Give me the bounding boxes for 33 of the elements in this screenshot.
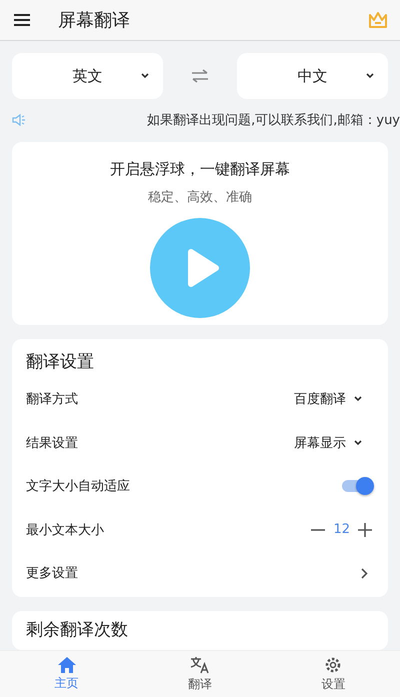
target-language-select[interactable]: 中文 [237,53,388,99]
menu-icon[interactable] [14,14,30,26]
chevron-down-icon [141,73,149,79]
plus-icon[interactable] [358,522,372,537]
stepper-value: 12 [333,522,350,538]
nav-tab[interactable]: 翻译 [133,651,267,697]
source-language-select[interactable]: 英文 [12,53,163,99]
nav-tab[interactable]: 设置 [266,651,400,697]
settings-icon [324,656,342,674]
speaker-icon [12,113,26,128]
chevron-down-icon [366,73,374,79]
play-icon [186,248,220,288]
setting-label: 文字大小自动适应 [26,478,130,496]
app-title: 屏幕翻译 [58,9,131,32]
card-title: 开启悬浮球，一键翻译屏幕 [110,160,290,179]
setting-label: 更多设置 [26,565,78,582]
notice-text: 如果翻译出现问题,可以联系我们,邮箱：yuy [147,112,400,130]
section-title: 剩余翻译次数 [26,620,128,640]
translate-icon [190,656,210,674]
nav-tab[interactable]: 主页 [0,651,134,697]
setting-label: 结果设置 [26,434,78,452]
setting-label: 翻译方式 [26,391,78,408]
chevron-down-icon [354,440,362,446]
setting-dropdown[interactable]: 屏幕显示 [294,434,374,452]
setting-label: 最小文本大小 [26,522,104,539]
card-subtitle: 稳定、高效、准确 [148,188,252,206]
chevron-down-icon [354,396,362,402]
section-title: 翻译设置 [26,351,95,374]
setting-dropdown[interactable]: 百度翻译 [294,390,374,408]
minus-icon[interactable] [311,528,326,531]
chevron-right-icon[interactable] [361,568,368,579]
swap-icon[interactable] [191,69,209,83]
home-icon [58,656,76,672]
